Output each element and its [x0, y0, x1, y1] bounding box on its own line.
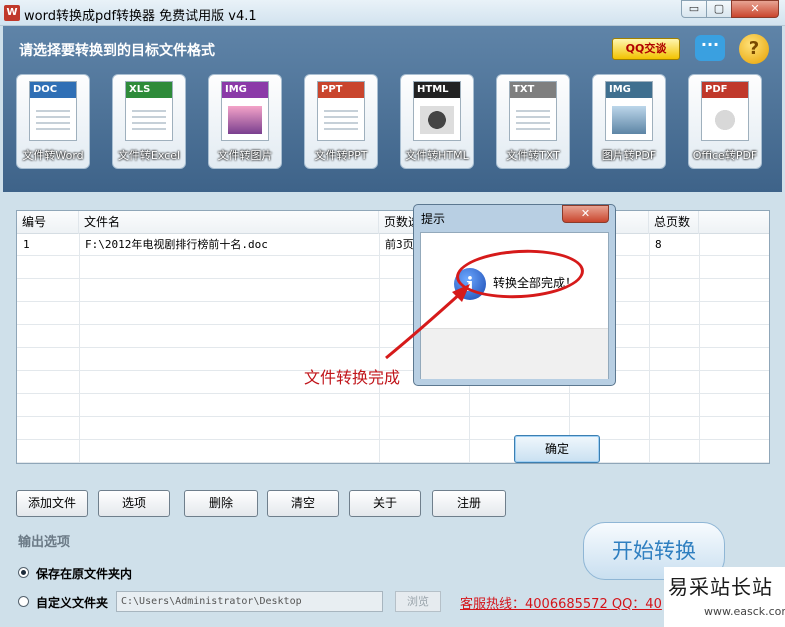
tool-tag: PDF [702, 82, 748, 98]
watermark-title: 易采站长站 [668, 575, 773, 599]
panel-heading: 请选择要转换到的目标文件格式 [19, 43, 215, 59]
chat-bubble-icon[interactable]: ··· [695, 35, 725, 61]
tool-tag: HTML [414, 82, 460, 98]
tool-label: 文件转PPT [314, 149, 368, 162]
txt-file-icon: TXT [509, 81, 557, 141]
xls-file-icon: XLS [125, 81, 173, 141]
cell-filename: F:\2012年电视剧排行榜前十名.doc [85, 238, 268, 251]
title-bar: W word转换成pdf转换器 免费试用版 v4.1 ▭ ▢ ✕ [0, 0, 785, 26]
table-row[interactable]: 1 F:\2012年电视剧排行榜前十名.doc 前3页 8 [17, 234, 769, 256]
add-file-button[interactable]: 添加文件 [16, 490, 88, 517]
image-file-icon: IMG [605, 81, 653, 141]
format-panel: 请选择要转换到的目标文件格式 QQ交谈 ··· ? DOC 文件转Word XL… [3, 26, 782, 192]
table-row [17, 326, 769, 348]
tool-office-to-pdf[interactable]: PDF Office转PDF [688, 74, 762, 169]
output-section-label: 输出选项 [18, 535, 71, 550]
tool-label: 文件转Excel [117, 149, 181, 162]
about-button[interactable]: 关于 [349, 490, 421, 517]
tool-label: 文件转Word [22, 149, 84, 162]
table-row [17, 303, 769, 325]
tool-label: 文件转HTML [405, 149, 469, 162]
cell-number: 1 [23, 238, 30, 251]
maximize-button[interactable]: ▢ [706, 0, 732, 18]
col-filename[interactable]: 文件名 [79, 211, 379, 234]
annotation-label: 文件转换完成 [304, 368, 401, 387]
watermark-url: www.easck.com [704, 605, 785, 618]
col-number[interactable]: 编号 [17, 211, 79, 234]
register-button[interactable]: 注册 [432, 490, 506, 517]
doc-file-icon: DOC [29, 81, 77, 141]
output-path-field[interactable]: C:\Users\Administrator\Desktop [116, 591, 383, 612]
tool-label: 文件转图片 [217, 149, 273, 162]
dialog-footer: 确定 [421, 328, 608, 463]
table-row [17, 280, 769, 302]
site-watermark: 易采站长站 www.easck.com [664, 567, 785, 627]
tool-tag: PPT [318, 82, 364, 98]
tool-to-image[interactable]: IMG 文件转图片 [208, 74, 282, 169]
browse-button[interactable]: 浏览 [395, 591, 441, 612]
table-row [17, 257, 769, 279]
help-icon[interactable]: ? [739, 34, 769, 64]
tool-image-to-pdf[interactable]: IMG 图片转PDF [592, 74, 666, 169]
col-divider [699, 234, 700, 463]
tool-tag: IMG [606, 82, 652, 98]
ppt-file-icon: PPT [317, 81, 365, 141]
list-header: 编号 文件名 页数选 总页数 [17, 211, 769, 234]
qq-chat-button[interactable]: QQ交谈 [612, 38, 680, 60]
ok-button[interactable]: 确定 [514, 435, 600, 463]
table-row [17, 418, 769, 440]
tool-tag: XLS [126, 82, 172, 98]
tool-to-txt[interactable]: TXT 文件转TXT [496, 74, 570, 169]
file-list[interactable]: 编号 文件名 页数选 总页数 1 F:\2012年电视剧排行榜前十名.doc 前… [16, 210, 770, 464]
pdf-file-icon: PDF [701, 81, 749, 141]
tool-to-excel[interactable]: XLS 文件转Excel [112, 74, 186, 169]
table-row [17, 441, 769, 463]
tool-tag: TXT [510, 82, 556, 98]
tool-to-html[interactable]: HTML 文件转HTML [400, 74, 474, 169]
app-icon: W [4, 5, 20, 21]
window-title: word转换成pdf转换器 免费试用版 v4.1 [24, 9, 257, 24]
close-button[interactable]: ✕ [731, 0, 779, 18]
tool-tag: IMG [222, 82, 268, 98]
option-custom-folder-label[interactable]: 自定义文件夹 [36, 594, 108, 611]
tool-to-word[interactable]: DOC 文件转Word [16, 74, 90, 169]
hotline-link[interactable]: 客服热线：4006685572 QQ：40 [460, 593, 665, 612]
dialog-title: 提示 [421, 212, 446, 226]
cell-total: 8 [655, 238, 662, 251]
html-file-icon: HTML [413, 81, 461, 141]
tool-label: Office转PDF [692, 149, 758, 162]
radio-same-folder[interactable] [18, 567, 29, 578]
col-divider [379, 234, 380, 463]
option-same-folder-label[interactable]: 保存在原文件夹内 [36, 565, 132, 582]
tool-tag: DOC [30, 82, 76, 98]
col-total-pages[interactable]: 总页数 [649, 211, 699, 234]
clear-button[interactable]: 清空 [267, 490, 339, 517]
delete-button[interactable]: 删除 [184, 490, 258, 517]
col-divider [79, 234, 80, 463]
dialog-close-button[interactable]: ✕ [562, 205, 609, 223]
table-row [17, 395, 769, 417]
radio-custom-folder[interactable] [18, 596, 29, 607]
tool-label: 图片转PDF [601, 149, 657, 162]
minimize-button[interactable]: ▭ [681, 0, 707, 18]
img-file-icon: IMG [221, 81, 269, 141]
cell-pages: 前3页 [385, 238, 414, 251]
options-button[interactable]: 选项 [98, 490, 170, 517]
tool-label: 文件转TXT [506, 149, 560, 162]
tool-to-ppt[interactable]: PPT 文件转PPT [304, 74, 378, 169]
col-divider [649, 234, 650, 463]
